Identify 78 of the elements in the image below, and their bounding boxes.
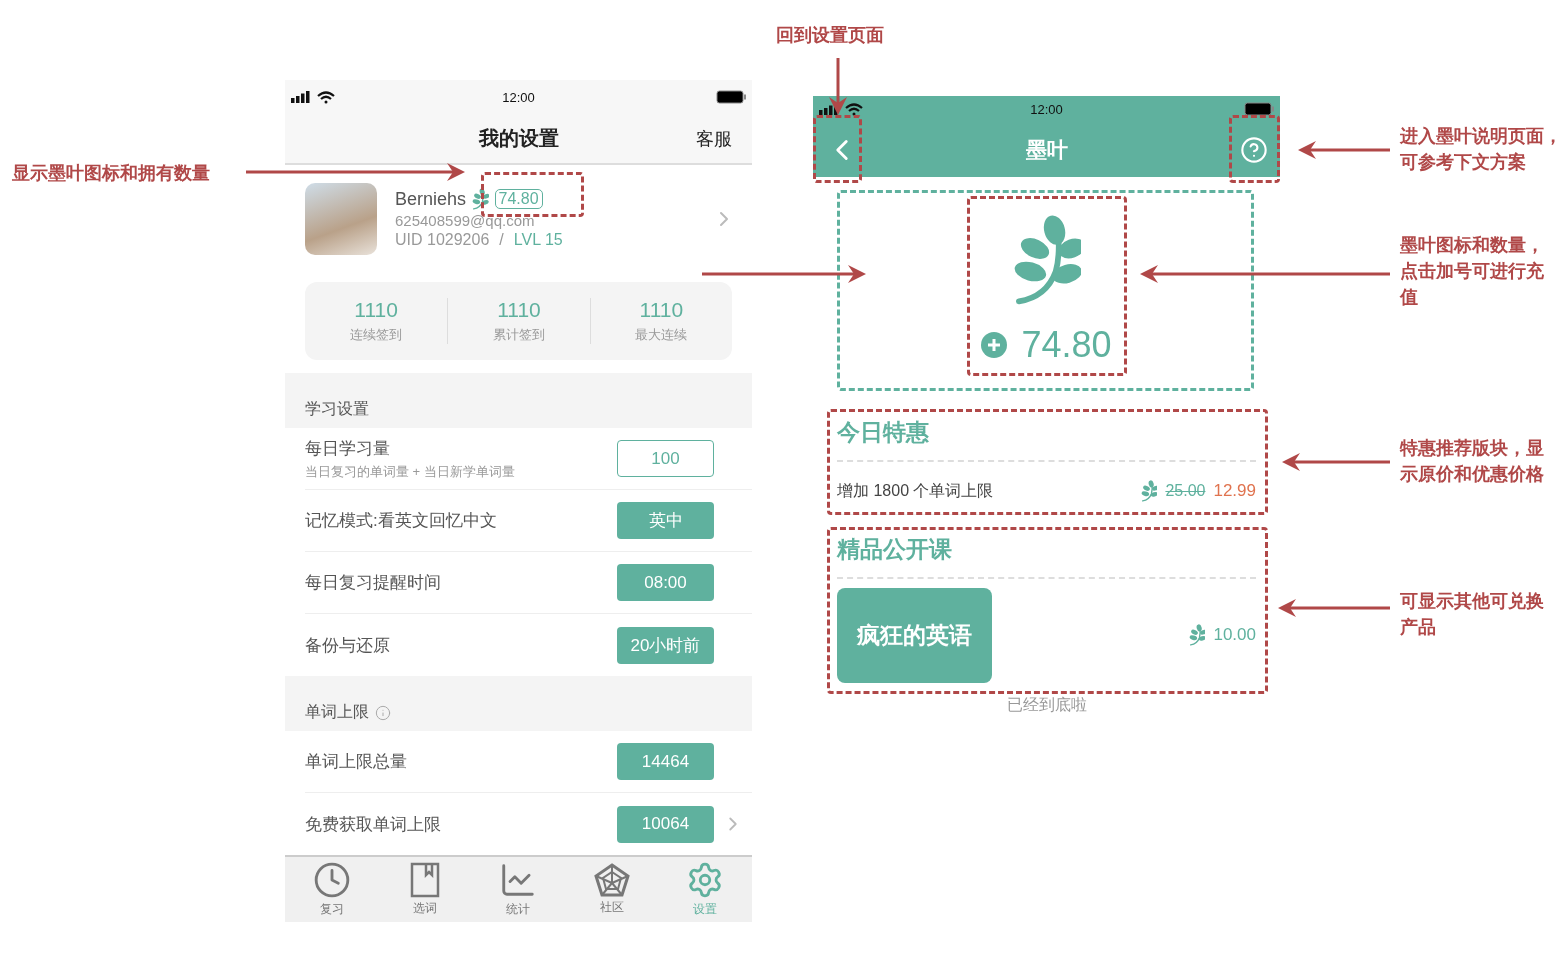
customer-service-link[interactable]: 客服: [696, 126, 732, 151]
setting-label: 记忆模式:看英文回忆中文: [305, 510, 498, 532]
original-price: 25.00: [1165, 482, 1206, 500]
signal-icon: [291, 91, 311, 103]
add-button[interactable]: [981, 332, 1008, 358]
leaf-balance: 74.80: [1021, 324, 1112, 366]
leaf-icon: [472, 188, 489, 210]
stat-value: 1110: [639, 298, 684, 322]
setting-value-button[interactable]: 100: [617, 440, 714, 477]
status-time: 12:00: [1030, 101, 1063, 117]
settings-row[interactable]: 每日复习提醒时间 08:00: [305, 552, 752, 614]
help-button[interactable]: [1240, 135, 1268, 164]
info-icon[interactable]: [375, 705, 391, 721]
user-level: LVL 15: [513, 231, 563, 249]
leaf-icon: [1188, 624, 1206, 646]
setting-label: 备份与还原: [305, 634, 391, 657]
highlight-frame: [813, 115, 862, 183]
section-title: 单词上限: [305, 702, 369, 722]
setting-value-button[interactable]: 14464: [617, 743, 714, 780]
page-title: 墨叶: [1025, 136, 1068, 163]
section-title: 学习设置: [305, 399, 369, 419]
settings-row[interactable]: 单词上限总量 14464: [305, 731, 752, 793]
setting-value-button[interactable]: 英中: [617, 502, 714, 539]
page-title: 我的设置: [478, 126, 559, 151]
leaf-count-badge: 74.80: [494, 189, 543, 209]
bookmark-book-icon: [410, 862, 441, 898]
user-id: UID 1029206: [395, 231, 490, 249]
annotation-text: 进入墨叶说明页面，可参考下文方案: [1400, 125, 1563, 174]
tab-item[interactable]: 复习: [285, 857, 379, 922]
wifi-icon: [317, 90, 335, 104]
annotation-text: 特惠推荐版块，显示原价和优惠价格: [1400, 437, 1545, 486]
stat-label: 累计签到: [493, 326, 545, 344]
tab-item[interactable]: 社区: [565, 857, 659, 922]
stat-label: 连续签到: [350, 326, 403, 344]
setting-label: 单词上限总量: [305, 751, 408, 773]
pentagon-web-icon: [593, 863, 630, 897]
setting-value-button[interactable]: 08:00: [617, 564, 714, 601]
tab-item[interactable]: 统计: [471, 857, 566, 922]
setting-label: 每日复习提醒时间: [305, 572, 442, 594]
end-of-list-text: 已经到底啦: [1006, 695, 1087, 715]
leaf-icon: [1012, 214, 1081, 306]
sale-price: 12.99: [1213, 481, 1256, 501]
settings-row[interactable]: 每日学习量 当日复习的单词量 + 当日新学单词量 100: [305, 428, 752, 490]
clock-icon: [312, 861, 351, 899]
arrow: [829, 58, 847, 115]
user-name: Berniehs: [395, 188, 467, 210]
leaf-icon: [1140, 480, 1158, 502]
annotation-text: 回到设置页面: [776, 24, 884, 47]
tab-item[interactable]: 设置: [658, 857, 752, 922]
stat-label: 最大连续: [635, 326, 688, 344]
settings-row[interactable]: 免费获取单词上限 10064: [305, 793, 752, 855]
battery-icon: [716, 90, 746, 104]
section-title: 精品公开课: [837, 534, 953, 564]
settings-row[interactable]: 备份与还原 20小时前: [305, 614, 752, 676]
settings-row[interactable]: 记忆模式:看英文回忆中文 英中: [305, 490, 752, 552]
annotation-text: 可显示其他可兑换产品: [1400, 590, 1545, 639]
separator-text: /: [499, 231, 504, 249]
course-price: 10.00: [1213, 625, 1256, 645]
help-icon: [1240, 135, 1268, 164]
setting-hint: 当日复习的单词量 + 当日新学单词量: [305, 462, 516, 481]
tab-item[interactable]: 选词: [378, 857, 472, 922]
setting-value-button[interactable]: 10064: [617, 805, 714, 843]
status-time: 12:00: [502, 89, 535, 105]
highlight-frame: [1229, 115, 1280, 183]
plus-icon: [987, 338, 1002, 352]
course-card[interactable]: 疯狂的英语: [837, 587, 992, 683]
battery-icon: [1244, 102, 1274, 116]
deal-item: 增加 1800 个单词上限: [837, 480, 994, 501]
wifi-icon: [845, 102, 863, 116]
setting-label: 免费获取单词上限: [305, 813, 442, 836]
stat-value: 1110: [497, 298, 541, 322]
section-title: 今日特惠: [837, 417, 930, 447]
annotation-text: 墨叶图标和数量，点击加号可进行充值: [1400, 234, 1545, 309]
annotation-text: 显示墨叶图标和拥有数量: [12, 162, 210, 185]
setting-value-button[interactable]: 20小时前: [617, 626, 714, 664]
setting-label: 每日学习量: [305, 437, 391, 460]
stat-value: 1110: [354, 298, 398, 322]
user-email: 625408599@qq.com: [395, 212, 536, 229]
